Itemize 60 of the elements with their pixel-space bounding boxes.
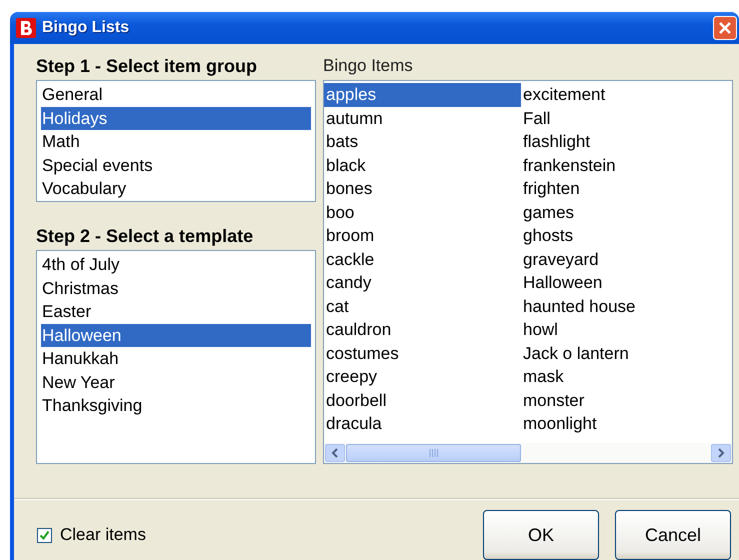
list-item[interactable]: haunted house [521,294,718,318]
list-item[interactable]: apples [324,83,521,106]
app-logo-icon [16,18,36,38]
list-item[interactable]: Math [41,130,311,154]
list-item[interactable]: games [521,200,718,224]
list-item[interactable]: costumes [324,342,521,365]
list-item[interactable]: frankenstein [521,154,718,177]
list-item[interactable]: ghosts [521,224,718,248]
list-item[interactable]: excitement [521,83,718,106]
scroll-left-button[interactable] [325,444,345,462]
grip-icon [428,449,438,457]
list-item[interactable]: Christmas [41,276,311,300]
list-item[interactable]: Halloween [41,324,311,347]
list-item[interactable]: candy [324,271,521,294]
list-item[interactable]: cauldron [324,318,521,342]
list-item[interactable]: Easter [41,300,311,324]
list-item[interactable]: black [324,154,521,177]
list-item[interactable]: cackle [324,248,521,271]
list-item[interactable]: mask [521,365,718,388]
list-item[interactable]: frighten [521,177,718,200]
list-item[interactable]: Halloween [521,271,718,294]
step2-label: Step 2 - Select a template [36,225,254,248]
list-item[interactable]: autumn [324,106,521,130]
list-item[interactable]: Holidays [41,106,311,130]
list-item[interactable]: New Year [41,370,311,394]
chevron-right-icon [716,448,726,458]
list-item[interactable]: graveyard [521,248,718,271]
list-item[interactable]: dracula [324,412,521,436]
list-item[interactable]: Thanksgiving [41,394,311,418]
list-item[interactable]: flashlight [521,130,718,154]
close-icon[interactable] [713,16,737,40]
list-item[interactable]: boo [324,200,521,224]
list-item[interactable]: Fall [521,106,718,130]
scroll-right-button[interactable] [711,444,731,462]
window-title: Bingo Lists [42,19,130,37]
list-item[interactable]: monster [521,388,718,412]
horizontal-scrollbar[interactable] [324,443,732,463]
list-item[interactable]: General [41,83,311,106]
list-item[interactable]: cat [324,294,521,318]
cancel-button[interactable]: Cancel [615,510,731,560]
list-item[interactable]: Vocabulary [41,177,311,200]
list-item[interactable]: bats [324,130,521,154]
step1-label: Step 1 - Select item group [36,55,258,78]
ok-button[interactable]: OK [483,510,599,560]
list-item[interactable]: creepy [324,365,521,388]
list-item[interactable]: moonlight [521,412,718,436]
checkmark-icon [39,530,50,540]
list-item[interactable]: doorbell [324,388,521,412]
clear-items-label: Clear items [60,525,147,545]
chevron-left-icon [330,448,340,458]
list-item[interactable]: Hanukkah [41,347,311,370]
bingo-items-label: Bingo Items [323,55,414,77]
list-item[interactable]: 4th of July [41,253,311,276]
clear-items-checkbox[interactable] [37,528,52,542]
list-item[interactable]: bones [324,177,521,200]
list-item[interactable]: howl [521,318,718,342]
list-item[interactable]: Jack o lantern [521,342,718,365]
scroll-thumb[interactable] [346,444,521,462]
list-item[interactable]: broom [324,224,521,248]
list-item[interactable]: Special events [41,154,311,177]
